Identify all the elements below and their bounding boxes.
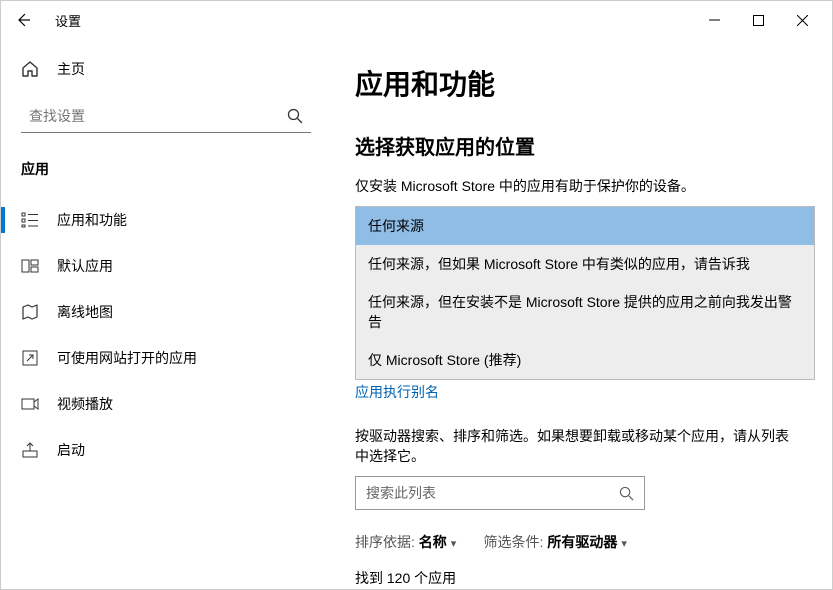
filter-label: 筛选条件: — [484, 534, 544, 550]
open-app-icon — [21, 349, 39, 367]
nav-label: 默认应用 — [57, 256, 113, 276]
nav-video-playback[interactable]: 视频播放 — [1, 381, 331, 427]
list-icon — [21, 211, 39, 229]
nav-offline-maps[interactable]: 离线地图 — [1, 289, 331, 335]
dropdown-option[interactable]: 任何来源，但如果 Microsoft Store 中有类似的应用，请告诉我 — [356, 245, 814, 283]
home-icon — [21, 60, 39, 78]
window-title: 设置 — [55, 11, 81, 30]
home-label: 主页 — [57, 59, 85, 79]
close-icon — [797, 15, 808, 26]
nav-label: 应用和功能 — [57, 210, 127, 230]
nav-label: 离线地图 — [57, 302, 113, 322]
arrow-left-icon — [15, 12, 31, 28]
main-panel: 应用和功能 选择获取应用的位置 仅安装 Microsoft Store 中的应用… — [331, 39, 832, 589]
window-controls — [692, 5, 824, 35]
app-search-placeholder: 搜索此列表 — [366, 483, 619, 503]
home-button[interactable]: 主页 — [1, 49, 331, 89]
sidebar: 主页 应用 应用和功能 默认应用 离线地图 可使用网站打开的应用 视频播放 — [1, 39, 331, 589]
sort-label: 排序依据: — [355, 534, 415, 550]
default-apps-icon — [21, 257, 39, 275]
search-icon — [619, 486, 634, 501]
section-header: 应用 — [1, 151, 331, 197]
filter-row: 排序依据: 名称▾ 筛选条件: 所有驱动器▾ — [355, 532, 802, 552]
nav-default-apps[interactable]: 默认应用 — [1, 243, 331, 289]
nav-apps-features[interactable]: 应用和功能 — [1, 197, 331, 243]
dropdown-option[interactable]: 任何来源，但在安装不是 Microsoft Store 提供的应用之前向我发出警… — [356, 283, 814, 341]
app-alias-link[interactable]: 应用执行别名 — [355, 382, 439, 402]
page-heading: 应用和功能 — [355, 63, 802, 103]
app-list-description: 按驱动器搜索、排序和筛选。如果想要卸载或移动某个应用，请从列表中选择它。 — [355, 426, 802, 466]
nav-label: 可使用网站打开的应用 — [57, 348, 197, 368]
nav-label: 视频播放 — [57, 394, 113, 414]
minimize-button[interactable] — [692, 5, 736, 35]
dropdown-list: 任何来源 任何来源，但如果 Microsoft Store 中有类似的应用，请告… — [355, 206, 815, 380]
back-button[interactable] — [9, 6, 37, 34]
titlebar: 设置 — [1, 1, 832, 39]
app-count: 找到 120 个应用 — [355, 568, 802, 588]
search-box[interactable] — [21, 99, 311, 133]
maximize-icon — [753, 15, 764, 26]
chevron-down-icon: ▾ — [451, 537, 457, 550]
map-icon — [21, 303, 39, 321]
startup-icon — [21, 441, 39, 459]
app-search-box[interactable]: 搜索此列表 — [355, 476, 645, 510]
close-button[interactable] — [780, 5, 824, 35]
sort-control[interactable]: 名称▾ — [419, 534, 457, 550]
video-icon — [21, 395, 39, 413]
section-subheading: 选择获取应用的位置 — [355, 131, 802, 160]
nav-startup[interactable]: 启动 — [1, 427, 331, 473]
chevron-down-icon: ▾ — [621, 537, 627, 550]
minimize-icon — [709, 15, 720, 26]
search-input[interactable] — [29, 108, 279, 124]
filter-control[interactable]: 所有驱动器▾ — [547, 534, 627, 550]
dropdown-option[interactable]: 任何来源 — [356, 207, 814, 245]
search-icon — [287, 108, 303, 124]
section-description: 仅安装 Microsoft Store 中的应用有助于保护你的设备。 — [355, 176, 802, 196]
maximize-button[interactable] — [736, 5, 780, 35]
nav-website-apps[interactable]: 可使用网站打开的应用 — [1, 335, 331, 381]
nav-label: 启动 — [57, 440, 85, 460]
dropdown-option[interactable]: 仅 Microsoft Store (推荐) — [356, 341, 814, 379]
